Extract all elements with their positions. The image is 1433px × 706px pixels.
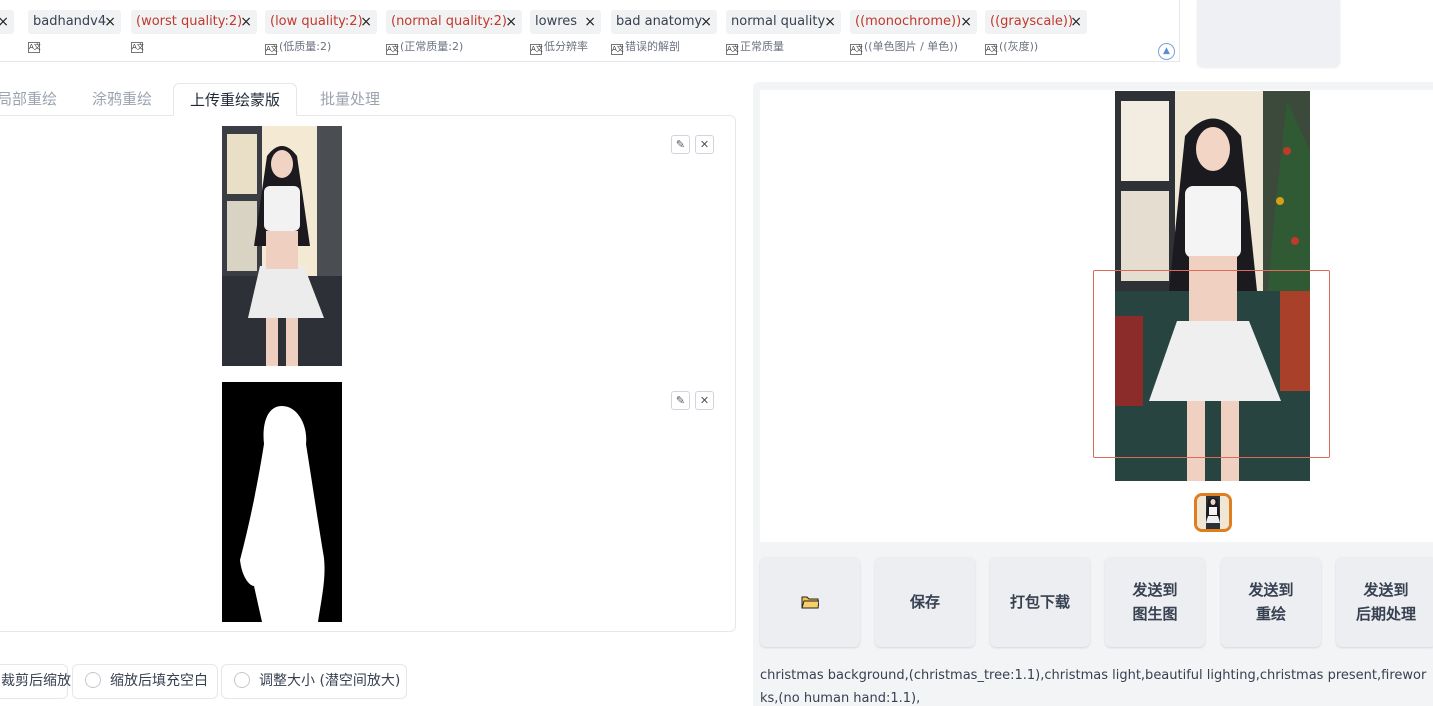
save-button-label: 保存 <box>909 593 940 611</box>
tag-label: (worst quality:2) <box>136 14 243 29</box>
tag-chip[interactable]: (low quality:2) × <box>265 10 377 34</box>
tab-sketch-inpaint[interactable]: 涂鸦重绘 <box>92 83 152 116</box>
edit-mask-icon[interactable]: ✎ <box>671 391 690 410</box>
resize-option-fill[interactable]: 缩放后填充空白 <box>72 664 218 699</box>
tab-upload-mask[interactable]: 上传重绘蒙版 <box>173 83 298 116</box>
edit-image-icon[interactable]: ✎ <box>671 135 690 154</box>
translate-icon: A文 <box>985 44 998 55</box>
close-image-icon[interactable]: ✕ <box>695 135 714 154</box>
tag-chip[interactable]: (worst quality:2) × <box>131 10 257 34</box>
translate-icon: A文 <box>530 44 543 55</box>
tag-translation: A文((灰度)) <box>985 40 1039 55</box>
tag-translation: A文低分辨率 <box>530 40 588 55</box>
tag-translation: A文错误的解剖 <box>611 40 680 55</box>
save-button[interactable]: 保存 <box>875 557 975 647</box>
side-panel-block <box>1197 0 1340 67</box>
translate-icon: A文 <box>265 44 278 55</box>
tag-chip[interactable]: (normal quality:2) × <box>386 10 522 34</box>
send-to-extras-button[interactable]: 发送到 后期处理 <box>1336 557 1433 647</box>
tag-translation: A文 <box>131 38 145 53</box>
tag-label: normal quality <box>731 14 826 29</box>
tag-translation: A文(低质量:2) <box>265 40 332 55</box>
tag-label: ((grayscale)) <box>990 14 1074 29</box>
send-to-img2img-button[interactable]: 发送到 图生图 <box>1105 557 1205 647</box>
tag-chip[interactable]: lowres × <box>530 10 601 34</box>
resize-option-crop[interactable]: 裁剪后缩放 <box>0 664 71 699</box>
zip-download-button[interactable]: 打包下载 <box>990 557 1090 647</box>
translate-icon: A文 <box>386 44 399 55</box>
translate-icon: A文 <box>611 44 624 55</box>
tag-chip[interactable]: ((monochrome)) × <box>850 10 977 34</box>
tag-label: (normal quality:2) <box>391 14 508 29</box>
tab-inpaint[interactable]: 局部重绘 <box>0 83 57 116</box>
gallery-thumbnail-graphic <box>1197 496 1229 529</box>
tag-chip[interactable]: bad anatomy × <box>611 10 717 34</box>
remove-tag-icon[interactable]: × <box>360 10 372 34</box>
radio-button[interactable] <box>85 672 101 688</box>
open-folder-button[interactable] <box>760 557 860 647</box>
resize-option-label: 缩放后填充空白 <box>110 673 208 689</box>
tag-partial[interactable]: × <box>0 10 14 34</box>
tab-batch[interactable]: 批量处理 <box>320 83 380 116</box>
remove-tag-icon[interactable]: × <box>584 10 596 34</box>
tag-translation: A文 <box>28 38 42 53</box>
mask-image-graphic <box>222 382 342 622</box>
gallery-thumbnail[interactable] <box>1194 493 1232 532</box>
remove-tag-icon[interactable]: × <box>1070 10 1082 34</box>
tag-translation: A文正常质量 <box>726 40 784 55</box>
tag-label: ((monochrome)) <box>855 14 962 29</box>
translate-icon: A文 <box>28 42 41 53</box>
tag-label: bad anatomy <box>616 14 703 29</box>
negative-prompt-tag-strip: × A文 badhandv4 × A文 (worst quality:2) × … <box>0 0 1180 62</box>
zip-download-button-label: 打包下载 <box>1009 593 1070 611</box>
remove-tag-icon[interactable]: × <box>700 10 712 34</box>
mask-upload-panel <box>0 115 736 632</box>
page: × A文 badhandv4 × A文 (worst quality:2) × … <box>0 0 1433 706</box>
tag-label: lowres <box>535 14 578 29</box>
remove-tag-icon[interactable]: × <box>960 10 972 34</box>
tag-chip[interactable]: normal quality × <box>726 10 841 34</box>
remove-tag-icon[interactable]: × <box>104 10 116 34</box>
remove-tag-icon[interactable]: × <box>240 10 252 34</box>
close-mask-icon[interactable]: ✕ <box>695 391 714 410</box>
resize-option-latent[interactable]: 调整大小 (潜空间放大) <box>221 664 407 699</box>
send-to-img2img-label: 发送到 图生图 <box>1132 581 1178 623</box>
radio-button[interactable] <box>234 672 250 688</box>
remove-tag-icon[interactable]: × <box>505 10 517 34</box>
tag-label: (low quality:2) <box>270 14 363 29</box>
remove-tag-icon[interactable]: × <box>0 10 9 34</box>
translate-icon: A文 <box>726 44 739 55</box>
source-image[interactable] <box>222 126 342 366</box>
remove-tag-icon[interactable]: × <box>824 10 836 34</box>
source-image-graphic <box>222 126 342 366</box>
selection-box <box>1093 270 1330 458</box>
tag-chip[interactable]: ((grayscale)) × <box>985 10 1087 34</box>
send-to-inpaint-label: 发送到 重绘 <box>1248 581 1294 623</box>
send-to-extras-label: 发送到 后期处理 <box>1355 581 1416 623</box>
tag-translation: A文(正常质量:2) <box>386 40 464 55</box>
tag-label: badhandv4 <box>33 14 107 29</box>
tag-translation: A文((单色图片 / 单色)) <box>850 40 958 55</box>
translate-icon: A文 <box>131 42 144 53</box>
translate-icon: A文 <box>850 44 863 55</box>
tag-chip[interactable]: badhandv4 × <box>28 10 121 34</box>
resize-option-label: 调整大小 (潜空间放大) <box>259 673 401 689</box>
resize-option-label: 裁剪后缩放 <box>1 673 71 689</box>
send-to-inpaint-button[interactable]: 发送到 重绘 <box>1221 557 1321 647</box>
folder-icon <box>801 596 819 609</box>
mask-image[interactable] <box>222 382 342 622</box>
generation-prompt-text: christmas background,(christmas_tree:1.1… <box>760 668 1427 706</box>
chevron-up-icon[interactable]: ▲ <box>1158 43 1175 60</box>
